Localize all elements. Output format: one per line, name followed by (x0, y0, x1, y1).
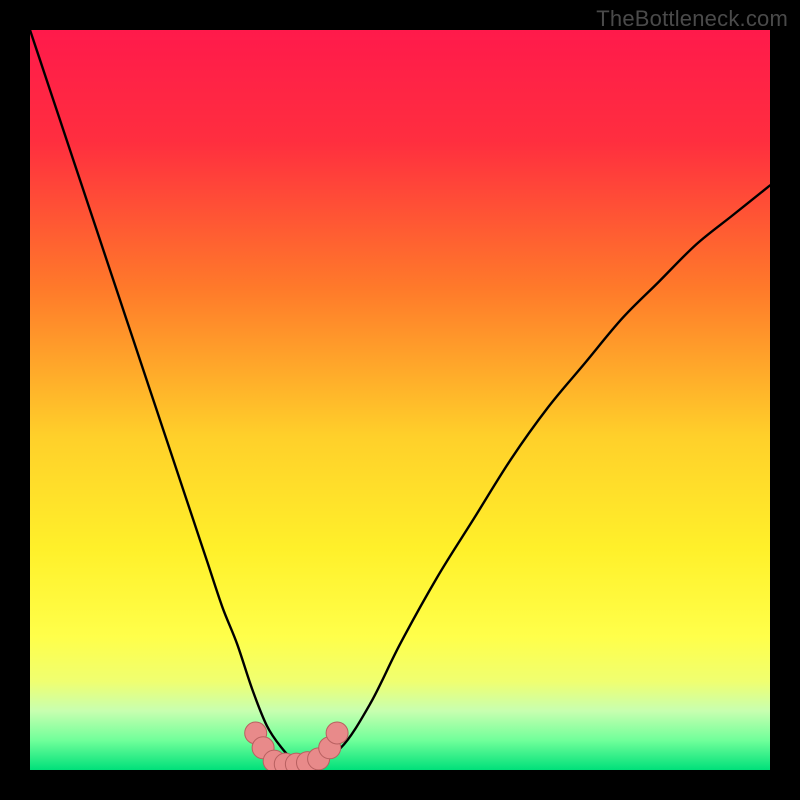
watermark-text: TheBottleneck.com (596, 6, 788, 32)
chart-svg (30, 30, 770, 770)
marker-group (245, 722, 348, 770)
bottleneck-curve (30, 30, 770, 764)
data-marker (326, 722, 348, 744)
chart-frame (30, 30, 770, 770)
